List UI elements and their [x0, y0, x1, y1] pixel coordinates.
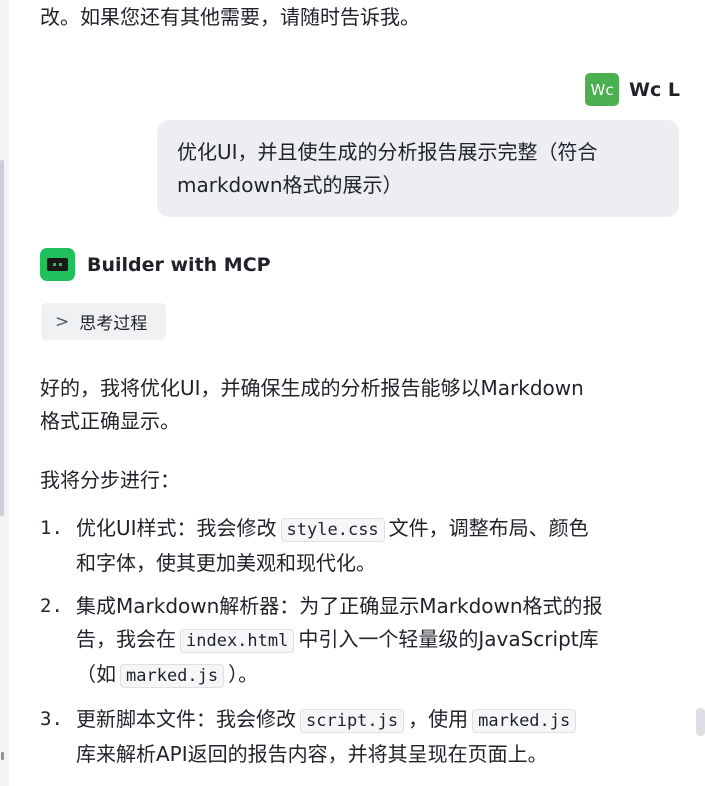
chevron-right-icon: > — [55, 311, 70, 332]
user-message-header: Wc Wc L — [585, 73, 680, 106]
inline-code: style.css — [280, 518, 385, 542]
steps-intro: 我将分步进行： — [40, 468, 180, 492]
bot-name: Builder with MCP — [87, 253, 271, 276]
user-message-line: 优化UI，并且使生成的分析报告展示完整（符合 — [177, 140, 598, 164]
gutter-scrollbar[interactable] — [0, 160, 4, 516]
list-item-number: 3. — [40, 708, 63, 730]
steps-list: 1. 优化UI样式：我会修改 style.css 文件，调整布局、颜色 和字体，使其… — [40, 512, 680, 781]
previous-message-text: 改。如果您还有其他需要，请随时告诉我。 — [40, 5, 420, 29]
bot-intro-line: 好的，我将优化UI，并确保生成的分析报告能够以Markdown — [40, 376, 584, 400]
gutter-marker — [1, 752, 4, 760]
inline-code: script.js — [300, 709, 405, 733]
bot-message-header: Builder with MCP — [40, 248, 271, 281]
list-item: 2. 集成Markdown解析器：为了正确显示Markdown格式的报 告，我会… — [40, 590, 680, 693]
step-text: 中引入一个轻量级的JavaScript库 — [298, 627, 599, 651]
inline-code: index.html — [180, 629, 295, 653]
step-text: 优化UI样式：我会修改 — [76, 516, 277, 540]
robot-icon — [40, 248, 75, 281]
step-text: 库来解析API返回的报告内容，并将其呈现在页面上。 — [76, 742, 548, 766]
scrollbar-thumb[interactable] — [696, 708, 705, 736]
user-avatar: Wc — [585, 73, 620, 106]
step-text: ，使用 — [408, 707, 469, 731]
list-item: 1. 优化UI样式：我会修改 style.css 文件，调整布局、颜色 和字体，使其… — [40, 512, 680, 580]
inline-code: marked.js — [472, 709, 577, 733]
bot-intro-text: 好的，我将优化UI，并确保生成的分析报告能够以Markdown 格式正确显示。 — [40, 372, 584, 438]
step-text: 和字体，使其更加美观和现代化。 — [76, 551, 376, 575]
list-item-number: 2. — [40, 595, 63, 617]
step-text: （如 — [76, 662, 116, 686]
left-gutter — [0, 0, 9, 786]
thinking-process-toggle[interactable]: > 思考过程 — [41, 303, 166, 340]
bot-intro-line: 格式正确显示。 — [40, 409, 180, 433]
user-name: Wc L — [629, 78, 680, 101]
step-text: 集成Markdown解析器：为了正确显示Markdown格式的报 — [76, 594, 603, 618]
step-text: 告，我会在 — [76, 627, 176, 651]
inline-code: marked.js — [120, 664, 225, 688]
thinking-process-label: 思考过程 — [79, 314, 148, 334]
user-message-line: markdown格式的展示） — [177, 173, 403, 197]
step-text: 更新脚本文件：我会修改 — [76, 707, 296, 731]
user-message-bubble: 优化UI，并且使生成的分析报告展示完整（符合 markdown格式的展示） — [157, 120, 679, 217]
list-item-number: 1. — [40, 517, 63, 539]
step-text: 文件，调整布局、颜色 — [388, 516, 589, 540]
step-text: ）。 — [228, 662, 259, 686]
list-item: 3. 更新脚本文件：我会修改 script.js ，使用 marked.js 库来解析… — [40, 703, 680, 771]
